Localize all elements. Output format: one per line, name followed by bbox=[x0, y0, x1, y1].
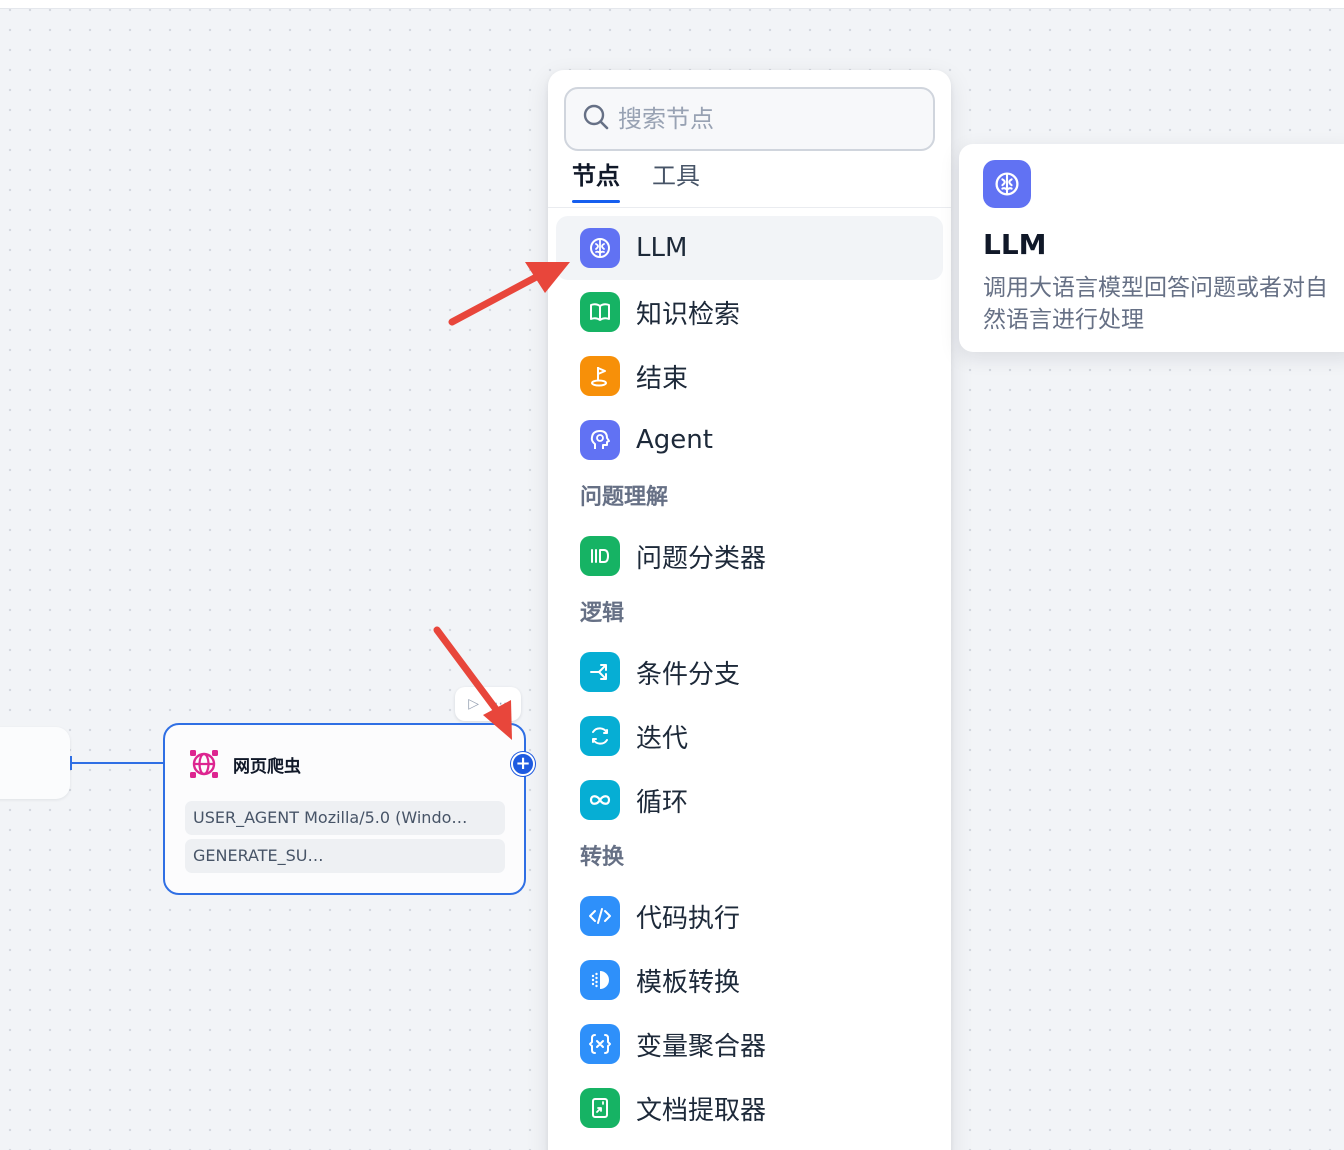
node-item-label: 模板转换 bbox=[636, 967, 741, 998]
flag-icon bbox=[580, 356, 620, 396]
node-item-label: 代码执行 bbox=[636, 903, 741, 934]
classifier-icon bbox=[580, 536, 620, 576]
node-item-label: 问题分类器 bbox=[636, 543, 767, 574]
node-item-template[interactable]: 模板转换 bbox=[556, 948, 943, 1012]
group-title-question-understanding: 问题理解 bbox=[580, 485, 669, 510]
search-input[interactable] bbox=[618, 105, 918, 133]
node-item-label: 迭代 bbox=[636, 723, 689, 754]
node-item-loop[interactable]: 循环 bbox=[556, 768, 943, 832]
node-item-code[interactable]: 代码执行 bbox=[556, 884, 943, 948]
panel-tabs: 节点 工具 bbox=[572, 156, 700, 203]
node-item-label: Agent bbox=[636, 425, 713, 455]
book-icon bbox=[580, 292, 620, 332]
node-item-if-else[interactable]: 条件分支 bbox=[556, 640, 943, 704]
crawler-node[interactable]: 网页爬虫 USER_AGENT Mozilla/5.0 (Windo… GENE… bbox=[163, 723, 526, 895]
group-title-transform: 转换 bbox=[580, 845, 625, 870]
crawler-variable-user-agent: USER_AGENT Mozilla/5.0 (Windo… bbox=[185, 801, 505, 835]
branch-icon bbox=[580, 652, 620, 692]
brain-icon bbox=[580, 228, 620, 268]
node-item-llm[interactable]: LLM bbox=[556, 216, 943, 280]
node-item-label: 循环 bbox=[636, 787, 689, 818]
node-item-label: 知识检索 bbox=[636, 299, 741, 330]
template-icon bbox=[580, 960, 620, 1000]
group-title-logic: 逻辑 bbox=[580, 601, 625, 626]
node-item-variable-aggregator[interactable]: 变量聚合器 bbox=[556, 1012, 943, 1076]
node-toolbar: ▷ ⋯ bbox=[455, 687, 521, 721]
node-item-label: LLM bbox=[636, 233, 688, 263]
node-item-knowledge-retrieval[interactable]: 知识检索 bbox=[556, 280, 943, 344]
search-box[interactable] bbox=[564, 87, 935, 151]
infinity-icon bbox=[580, 780, 620, 820]
tab-tools[interactable]: 工具 bbox=[652, 156, 700, 203]
run-icon[interactable]: ▷ bbox=[468, 696, 479, 712]
document-icon bbox=[580, 1088, 620, 1128]
node-picker-panel: 节点 工具 LLM 知识检索 结束 bbox=[548, 70, 951, 1150]
tab-nodes[interactable]: 节点 bbox=[572, 156, 620, 203]
top-toolbar-strip bbox=[0, 0, 1344, 9]
node-item-end[interactable]: 结束 bbox=[556, 344, 943, 408]
more-icon[interactable]: ⋯ bbox=[494, 696, 508, 712]
node-item-label: 结束 bbox=[636, 363, 689, 394]
node-item-label: 变量聚合器 bbox=[636, 1031, 767, 1062]
agent-head-icon bbox=[580, 420, 620, 460]
node-item-document-extractor[interactable]: 文档提取器 bbox=[556, 1076, 943, 1140]
node-item-agent[interactable]: Agent bbox=[556, 408, 943, 472]
iteration-icon bbox=[580, 716, 620, 756]
globe-network-icon bbox=[187, 747, 221, 781]
node-item-question-classifier[interactable]: 问题分类器 bbox=[556, 524, 943, 588]
tooltip-description: 调用大语言模型回答问题或者对自然语言进行处理 bbox=[983, 275, 1328, 333]
edge-connection[interactable] bbox=[72, 762, 165, 764]
code-icon bbox=[580, 896, 620, 936]
node-list: LLM 知识检索 结束 Agent 问题理解 问题分类器 逻辑 条件分支 迭代 … bbox=[556, 216, 943, 1140]
crawler-node-title: 网页爬虫 bbox=[233, 756, 301, 777]
brain-icon bbox=[983, 160, 1031, 208]
crawler-variable-generate: GENERATE_SU… bbox=[185, 839, 505, 873]
tooltip-title: LLM bbox=[983, 228, 1047, 261]
search-icon bbox=[582, 103, 610, 135]
variable-icon bbox=[580, 1024, 620, 1064]
node-item-iteration[interactable]: 迭代 bbox=[556, 704, 943, 768]
tabs-divider bbox=[548, 207, 951, 208]
node-tooltip: LLM 调用大语言模型回答问题或者对自然语言进行处理 bbox=[959, 144, 1344, 352]
node-item-label: 文档提取器 bbox=[636, 1095, 767, 1126]
previous-node[interactable] bbox=[0, 727, 70, 799]
add-node-handle[interactable]: + bbox=[511, 752, 535, 776]
node-item-label: 条件分支 bbox=[636, 659, 741, 690]
crawler-node-header: 网页爬虫 bbox=[187, 747, 301, 781]
